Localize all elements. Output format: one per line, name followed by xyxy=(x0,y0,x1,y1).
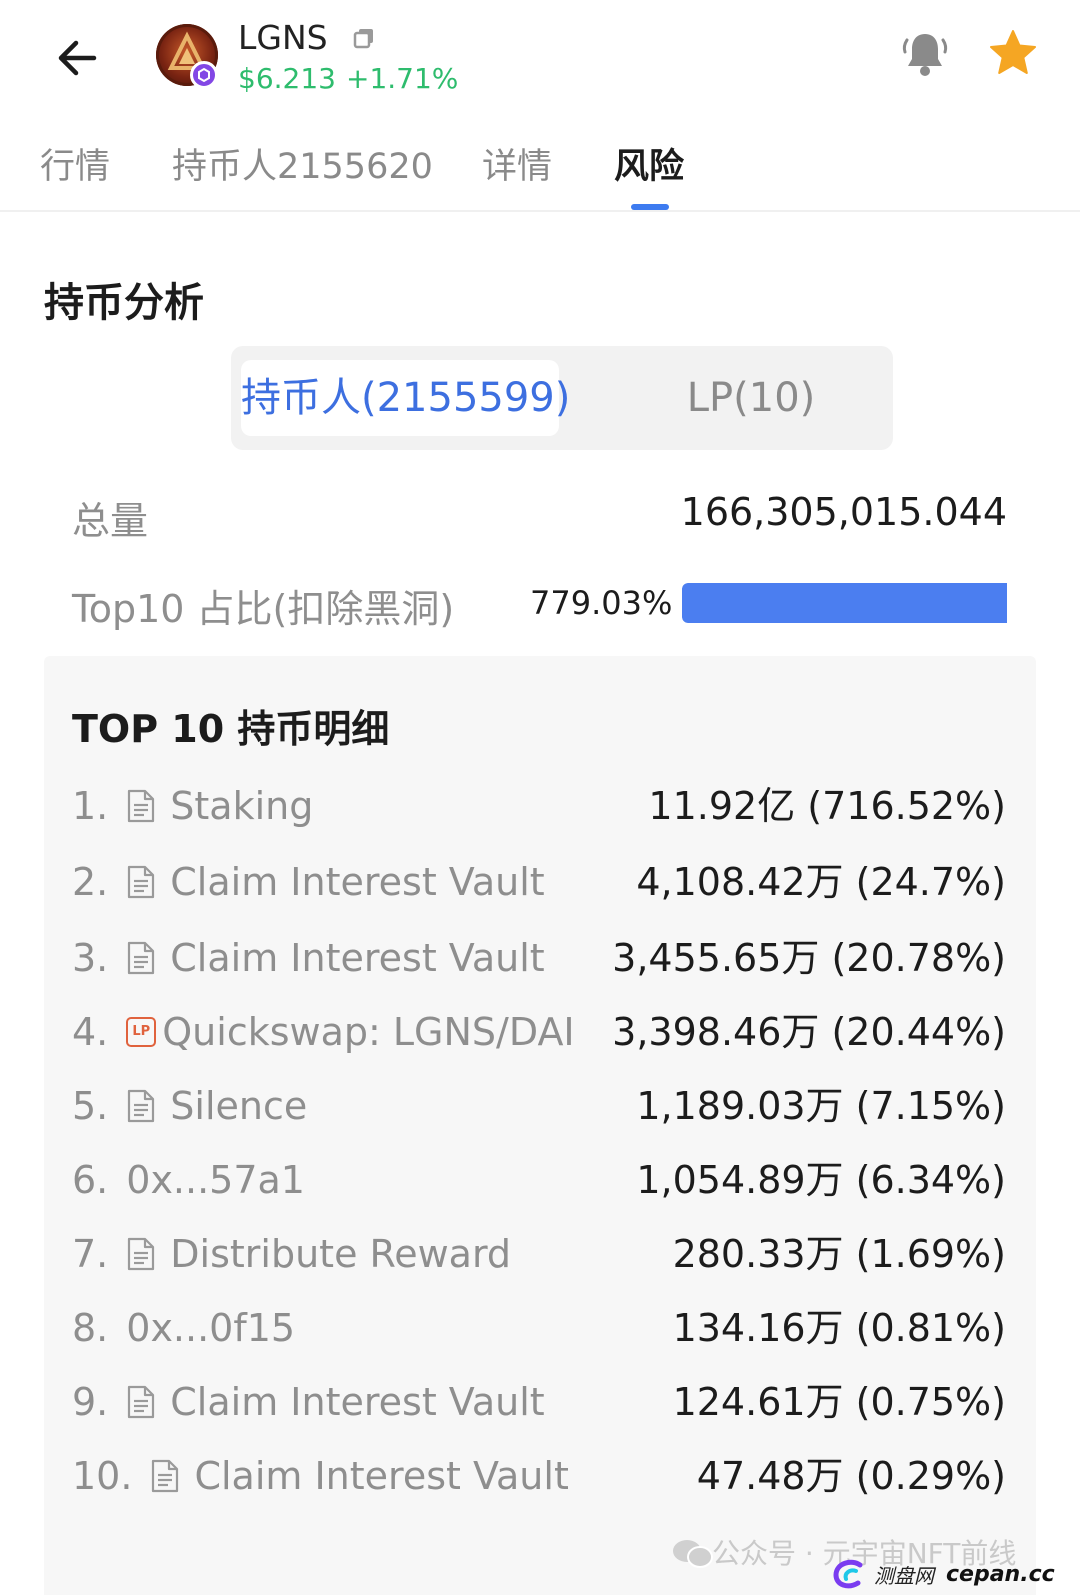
contract-document-icon xyxy=(128,1237,155,1271)
lp-segment[interactable]: LP(10) xyxy=(651,360,851,436)
holder-row-left: 5. Silence xyxy=(72,1068,307,1144)
holder-name[interactable]: 0x...0f15 xyxy=(126,1306,295,1350)
total-supply-value: 166,305,015.044 xyxy=(680,490,1007,534)
holder-row[interactable]: 4. LP Quickswap: LGNS/DAI 3,398.46万 (20.44%… xyxy=(44,994,1036,1070)
top10-share-value: 779.03% xyxy=(530,584,673,622)
holder-row-left: 3. Claim Interest Vault xyxy=(72,920,545,996)
tab-market[interactable]: 行情 xyxy=(40,138,110,189)
section-title: 持币分析 xyxy=(44,280,204,326)
favorite-star-icon[interactable] xyxy=(985,26,1041,82)
site-watermark: 测盘网 cepan.cc xyxy=(830,1558,1055,1590)
holder-row[interactable]: 2. Claim Interest Vault 4,108.42万 (24.7%) xyxy=(44,844,1036,920)
holder-name[interactable]: 0x...57a1 xyxy=(126,1158,305,1202)
holders-segment[interactable]: 持币人(2155599) xyxy=(241,360,570,436)
holder-amount: 124.61万 (0.75%) xyxy=(672,1380,1006,1424)
contract-document-icon xyxy=(128,1089,155,1123)
holder-row-left: 2. Claim Interest Vault xyxy=(72,844,545,920)
top10-share-label: Top10 占比(扣除黑洞) xyxy=(72,587,455,631)
holder-amount: 47.48万 (0.29%) xyxy=(696,1454,1006,1498)
token-symbol: LGNS xyxy=(238,18,328,57)
contract-document-icon xyxy=(128,1385,155,1419)
holder-row-left: 9. Claim Interest Vault xyxy=(72,1364,545,1440)
holder-row-left: 4. LP Quickswap: LGNS/DAI xyxy=(72,994,575,1070)
holder-row[interactable]: 5. Silence 1,189.03万 (7.15%) xyxy=(44,1068,1036,1144)
bell-icon[interactable] xyxy=(897,26,953,82)
holder-amount: 280.33万 (1.69%) xyxy=(672,1232,1006,1276)
holder-row[interactable]: 7. Distribute Reward 280.33万 (1.69%) xyxy=(44,1216,1036,1292)
back-arrow-icon[interactable] xyxy=(50,30,106,86)
holder-row[interactable]: 8. 0x...0f15 134.16万 (0.81%) xyxy=(44,1290,1036,1366)
token-price: $6.213 xyxy=(238,62,336,95)
holder-amount: 134.16万 (0.81%) xyxy=(672,1306,1006,1350)
tab-risk[interactable]: 风险 xyxy=(614,138,684,189)
wechat-icon xyxy=(672,1538,714,1570)
holder-amount: 11.92亿 (716.52%) xyxy=(648,784,1006,828)
holder-rank: 6. xyxy=(72,1158,109,1202)
copy-icon[interactable] xyxy=(352,26,376,50)
holder-row[interactable]: 9. Claim Interest Vault 124.61万 (0.75%) xyxy=(44,1364,1036,1440)
holder-row[interactable]: 1. Staking 11.92亿 (716.52%) xyxy=(44,768,1036,844)
holder-rank: 2. xyxy=(72,860,109,904)
lp-pool-icon: LP xyxy=(126,1017,157,1047)
holder-name[interactable]: Claim Interest Vault xyxy=(170,936,544,980)
holder-type-switch: 持币人(2155599) LP(10) xyxy=(231,346,893,450)
holder-amount: 3,455.65万 (20.78%) xyxy=(612,936,1006,980)
holder-row[interactable]: 3. Claim Interest Vault 3,455.65万 (20.78%) xyxy=(44,920,1036,996)
holder-amount: 1,189.03万 (7.15%) xyxy=(636,1084,1006,1128)
holder-rank: 7. xyxy=(72,1232,109,1276)
holder-row-left: 8. 0x...0f15 xyxy=(72,1290,295,1366)
holder-name[interactable]: Distribute Reward xyxy=(170,1232,511,1276)
holder-rank: 4. xyxy=(72,1010,109,1054)
tab-holders[interactable]: 持币人2155620 xyxy=(172,138,433,189)
holder-name[interactable]: Quickswap: LGNS/DAI xyxy=(162,1010,574,1054)
holder-name[interactable]: Claim Interest Vault xyxy=(170,1380,544,1424)
holder-row-left: 1. Staking xyxy=(72,768,313,844)
holder-name[interactable]: Silence xyxy=(170,1084,307,1128)
holder-name[interactable]: Claim Interest Vault xyxy=(170,860,544,904)
holder-amount: 3,398.46万 (20.44%) xyxy=(612,1010,1006,1054)
holder-amount: 1,054.89万 (6.34%) xyxy=(636,1158,1006,1202)
top10-title: TOP 10 持币明细 xyxy=(72,707,390,751)
holder-rank: 9. xyxy=(72,1380,109,1424)
contract-document-icon xyxy=(128,865,155,899)
tab-bar: 行情 持币人2155620 详情 风险 xyxy=(0,132,1080,212)
contract-document-icon xyxy=(128,941,155,975)
price-change: +1.71% xyxy=(346,62,459,95)
token-risk-page: LGNS $6.213 +1.71% 行情 持币人2155620 详情 风险 持… xyxy=(0,0,1080,1595)
holder-amount: 4,108.42万 (24.7%) xyxy=(636,860,1006,904)
polygon-chain-icon xyxy=(190,61,218,89)
tab-details[interactable]: 详情 xyxy=(482,138,552,189)
holder-rank: 10. xyxy=(72,1454,133,1498)
holder-row-left: 10. Claim Interest Vault xyxy=(72,1438,569,1514)
top10-panel: TOP 10 持币明细 1. Staking 11.92亿 (716.52%) 2. C… xyxy=(44,656,1036,1595)
holder-row-left: 7. Distribute Reward xyxy=(72,1216,511,1292)
contract-document-icon xyxy=(128,789,155,823)
site-name-cn: 测盘网 xyxy=(874,1563,934,1588)
active-tab-indicator xyxy=(631,204,669,210)
site-domain: cepan.cc xyxy=(946,1561,1055,1587)
top10-share-bar xyxy=(682,583,1007,623)
holder-rank: 3. xyxy=(72,936,109,980)
holder-row[interactable]: 10. Claim Interest Vault 47.48万 (0.29%) xyxy=(44,1438,1036,1514)
holder-name[interactable]: Claim Interest Vault xyxy=(194,1454,568,1498)
contract-document-icon xyxy=(152,1459,179,1493)
cepan-logo-icon xyxy=(833,1559,863,1589)
holder-row-left: 6. 0x...57a1 xyxy=(72,1142,305,1218)
holder-name[interactable]: Staking xyxy=(170,784,313,828)
holder-row[interactable]: 6. 0x...57a1 1,054.89万 (6.34%) xyxy=(44,1142,1036,1218)
holder-rank: 8. xyxy=(72,1306,109,1350)
header: LGNS $6.213 +1.71% xyxy=(0,0,1080,118)
top10-share-bar-fill xyxy=(682,583,1007,623)
holder-rank: 5. xyxy=(72,1084,109,1128)
holder-rank: 1. xyxy=(72,784,109,828)
total-supply-label: 总量 xyxy=(72,499,149,543)
